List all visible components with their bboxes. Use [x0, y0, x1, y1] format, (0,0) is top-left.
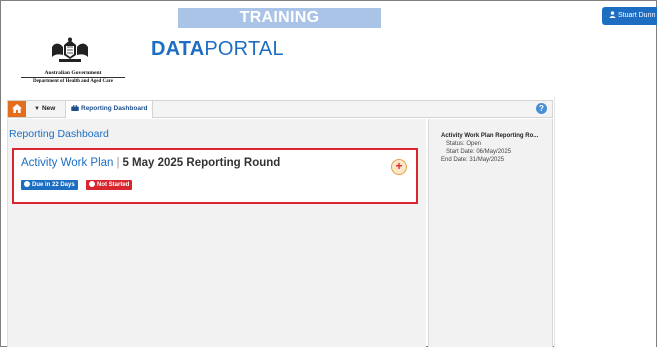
status-badge: Not Started — [86, 180, 133, 190]
user-menu-button[interactable]: Stuart Dunn — [602, 7, 657, 25]
activity-link[interactable]: Activity Work Plan — [21, 157, 113, 169]
right-column — [554, 97, 656, 347]
portal-logo-bold: DATA — [151, 38, 205, 60]
page-title: Reporting Dashboard — [9, 128, 109, 140]
government-name: Australian Government — [44, 70, 102, 76]
help-icon[interactable]: ? — [536, 103, 547, 114]
divider — [21, 77, 125, 78]
reporting-round-card[interactable]: Activity Work Plan | 5 May 2025 Reporting … — [12, 148, 418, 204]
new-label: New — [41, 105, 56, 112]
due-badge-label: Due in 22 Days — [32, 182, 75, 188]
department-name: Department of Health and Aged Care — [32, 79, 114, 84]
data-portal-logo: DATAPORTAL — [151, 38, 284, 61]
info-panel-title: Activity Work Plan Reporting Ro... — [441, 133, 539, 139]
user-name: Stuart Dunn — [618, 12, 656, 19]
card-title: Activity Work Plan | 5 May 2025 Reporting … — [21, 157, 280, 169]
tab-reporting-dashboard[interactable]: Reporting Dashboard — [65, 100, 154, 118]
briefcase-icon — [71, 105, 79, 111]
info-start-date: Start Date: 06/May/2025 — [446, 149, 512, 155]
user-icon — [609, 11, 616, 18]
new-menu-button[interactable]: ▼ New — [30, 101, 59, 117]
alert-icon — [89, 181, 95, 187]
title-separator: | — [116, 157, 120, 169]
portal-logo-light: PORTAL — [204, 38, 284, 60]
chevron-down-icon: ▼ — [34, 106, 40, 112]
info-status: Status: Open — [446, 141, 482, 147]
tab-label: Reporting Dashboard — [81, 105, 148, 112]
status-badge-label: Not Started — [97, 182, 130, 188]
due-badge: Due in 22 Days — [21, 180, 78, 190]
training-environment-banner: TRAINING ENVIRONMENT — [178, 8, 381, 46]
add-button[interactable]: + — [391, 159, 407, 175]
header: TRAINING ENVIRONMENT Stuart Dunn Austral… — [1, 1, 657, 97]
reporting-round-name: 5 May 2025 Reporting Round — [122, 157, 281, 169]
clock-icon — [24, 181, 30, 187]
info-panel: Activity Work Plan Reporting Ro... Statu… — [428, 119, 553, 347]
government-crest-logo — [52, 37, 88, 62]
main-content: Reporting Dashboard Activity Work Plan | 5… — [7, 119, 426, 347]
home-button[interactable] — [8, 101, 26, 117]
info-end-date: End Date: 31/May/2025 — [441, 157, 505, 163]
home-icon — [12, 104, 22, 113]
toolbar: ▼ New Reporting Dashboard ? — [7, 100, 553, 118]
